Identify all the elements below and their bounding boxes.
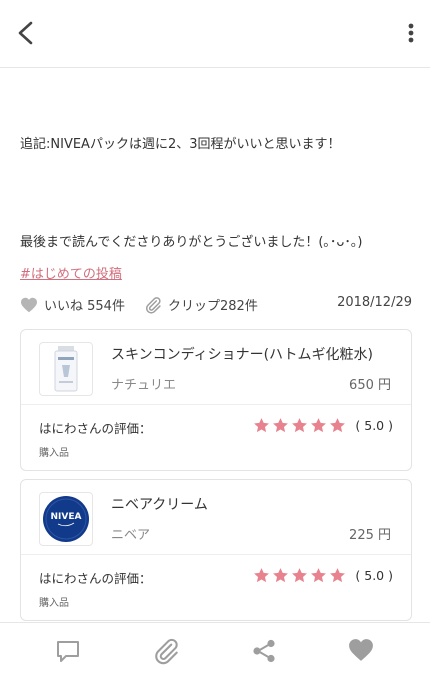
clip-count-label: クリップ282件 [168,299,258,314]
article-closing: 最後まで読んでくださりありがとうございました！(｡･ᴗ･｡) [20,235,363,250]
card-divider [21,404,411,405]
product-thumbnail: NIVEA [39,492,93,546]
clip-button[interactable] [152,637,180,665]
rating-score: ( 5.0 ) [355,568,393,583]
like-count-label: いいね 554件 [44,299,125,314]
like-button[interactable] [348,637,376,665]
product-brand[interactable]: ニベア [111,524,150,543]
star-icon [273,568,288,583]
card-divider [21,554,411,555]
product-card[interactable]: スキンコンディショナー(ハトムギ化粧水) ナチュリエ 650 円 はにわさんの評… [20,329,412,471]
share-button[interactable] [250,637,278,665]
star-icon [330,568,345,583]
rating-stars [253,417,348,434]
product-price: 650 円 [349,378,391,393]
purchase-tag: 購入品 [39,448,69,459]
product-card[interactable]: NIVEA ニベアクリーム ニベア 225 円 はにわさんの評価： ( 5.0 … [20,479,412,621]
rating-stars [253,567,348,584]
more-vertical-icon [408,23,414,43]
article-note: 追記:NIVEAパックは週に2、3回程がいいと思います！ [20,137,341,152]
star-icon [311,418,326,433]
like-count[interactable]: いいね 554件 [20,295,125,314]
star-icon [273,418,288,433]
clip-count[interactable]: クリップ282件 [144,295,258,314]
star-icon [330,418,345,433]
paperclip-icon [155,638,178,665]
post-date: 2018/12/29 [337,295,412,310]
star-icon [292,568,307,583]
product-name[interactable]: ニベアクリーム [111,494,208,514]
product-price: 225 円 [349,528,391,543]
more-menu-button[interactable] [394,18,418,48]
lotion-bottle-image [54,346,78,392]
product-name[interactable]: スキンコンディショナー(ハトムギ化粧水) [111,344,373,364]
product-thumbnail [39,342,93,396]
rating-label: はにわさんの評価： [39,571,152,586]
product-brand[interactable]: ナチュリエ [111,374,176,393]
bottom-action-bar [0,622,430,680]
rating-label: はにわさんの評価： [39,421,152,436]
star-icon [254,568,269,583]
comment-icon [57,641,79,662]
heart-icon [349,639,373,661]
star-icon [311,568,326,583]
comment-button[interactable] [54,637,82,665]
star-icon [292,418,307,433]
star-icon [254,418,269,433]
rating-score: ( 5.0 ) [355,418,393,433]
hashtag-link[interactable]: #はじめての投稿 [20,263,122,282]
paperclip-icon [145,296,161,314]
back-button[interactable] [12,18,42,48]
top-bar [0,0,430,68]
share-icon [253,639,275,663]
nivea-tin-image: NIVEA [43,496,89,542]
article-meta: いいね 554件 クリップ282件 2018/12/29 [20,295,412,314]
heart-icon [21,297,37,312]
back-arrow-icon [18,21,33,45]
purchase-tag: 購入品 [39,598,69,609]
nivea-logo-text: NIVEA [51,512,82,522]
